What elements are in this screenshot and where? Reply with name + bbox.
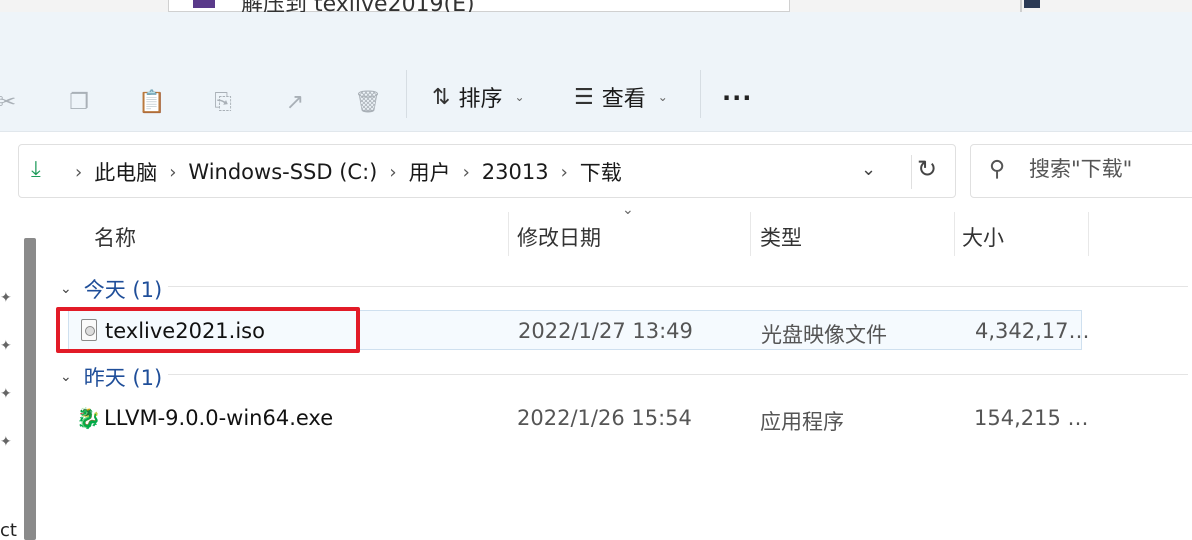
view-label: 查看 bbox=[601, 87, 646, 112]
pin-icon: ✦ bbox=[0, 290, 12, 306]
file-type: 光盘映像文件 bbox=[761, 323, 887, 347]
breadcrumb-separator-icon[interactable]: › bbox=[169, 162, 176, 183]
view-icon: ☰ bbox=[574, 84, 594, 110]
address-row: ⤓ › 此电脑 › Windows-SSD (C:) › 用户 › 23013 … bbox=[0, 132, 1192, 208]
chevron-down-icon: ⌄ bbox=[60, 281, 72, 297]
title-divider bbox=[1020, 0, 1022, 12]
rename-icon[interactable]: ⎘ bbox=[210, 90, 236, 116]
breadcrumb-downloads[interactable]: 下载 bbox=[580, 157, 622, 187]
title-bar: 解压到 texlive2019(E) bbox=[0, 0, 1192, 17]
share-icon[interactable]: ↗ bbox=[282, 90, 308, 116]
file-name: LLVM-9.0.0-win64.exe bbox=[104, 406, 334, 430]
pin-icon: ✦ bbox=[0, 386, 12, 402]
file-list: ⌄ 名称 修改日期 类型 大小 ⌄ 今天 (1) texlive2021.iso… bbox=[44, 202, 1192, 540]
toolbar-separator bbox=[406, 70, 407, 118]
refresh-icon[interactable]: ↻ bbox=[917, 155, 937, 183]
more-options-button[interactable]: ··· bbox=[722, 84, 752, 112]
column-header-name[interactable]: 名称 bbox=[94, 222, 136, 252]
command-bar: ✂ ❐ 📋 ⎘ ↗ 🗑 ⇅ 排序 ⌄ ☰ 查看 ⌄ ··· bbox=[0, 12, 1192, 132]
nav-scrollbar[interactable] bbox=[24, 238, 36, 540]
column-header-size[interactable]: 大小 bbox=[962, 222, 1004, 252]
search-box[interactable]: ⚲ bbox=[970, 144, 1192, 198]
chevron-down-icon: ⌄ bbox=[514, 90, 525, 104]
breadcrumb-separator-icon: › bbox=[75, 161, 83, 183]
nav-item-partial[interactable]: ct bbox=[0, 520, 17, 540]
column-header-type[interactable]: 类型 bbox=[760, 222, 802, 252]
breadcrumb-separator-icon[interactable]: › bbox=[389, 162, 396, 183]
search-icon: ⚲ bbox=[989, 157, 1006, 182]
sort-label: 排序 bbox=[458, 87, 503, 112]
window-tab-edge bbox=[1024, 0, 1040, 8]
breadcrumb-separator-icon[interactable]: › bbox=[463, 162, 470, 183]
cut-icon[interactable]: ✂ bbox=[0, 90, 20, 116]
breadcrumb: › 此电脑 › Windows-SSD (C:) › 用户 › 23013 › … bbox=[63, 157, 622, 187]
delete-icon[interactable]: 🗑 bbox=[354, 90, 382, 116]
column-divider[interactable] bbox=[954, 212, 955, 256]
column-divider[interactable] bbox=[1088, 212, 1089, 256]
group-divider bbox=[168, 374, 1188, 375]
pin-icon: ✦ bbox=[0, 434, 12, 450]
group-label: 昨天 (1) bbox=[83, 366, 163, 390]
table-row[interactable]: 🐉 LLVM-9.0.0-win64.exe 2022/1/26 15:54 应… bbox=[68, 398, 1089, 438]
pin-icon: ✦ bbox=[0, 338, 12, 354]
breadcrumb-this-pc[interactable]: 此电脑 bbox=[94, 157, 157, 187]
history-dropdown-icon[interactable]: ⌄ bbox=[861, 159, 876, 180]
file-size: 4,342,17… bbox=[975, 319, 1090, 343]
group-label: 今天 (1) bbox=[83, 278, 163, 302]
column-header-date[interactable]: 修改日期 bbox=[517, 222, 601, 252]
red-highlight-box bbox=[56, 307, 360, 353]
winrar-icon bbox=[193, 0, 215, 8]
chevron-down-icon: ⌄ bbox=[657, 90, 668, 104]
address-bar[interactable]: ⤓ › 此电脑 › Windows-SSD (C:) › 用户 › 23013 … bbox=[18, 144, 956, 198]
breadcrumb-users[interactable]: 用户 bbox=[409, 157, 451, 187]
sort-indicator-icon: ⌄ bbox=[622, 202, 634, 218]
address-separator bbox=[911, 155, 912, 189]
column-divider[interactable] bbox=[508, 212, 509, 256]
view-button[interactable]: ☰ 查看 ⌄ bbox=[574, 80, 668, 114]
group-header-yesterday[interactable]: ⌄ 昨天 (1) bbox=[60, 362, 162, 392]
copy-icon[interactable]: ❐ bbox=[66, 90, 92, 116]
file-size: 154,215 … bbox=[974, 406, 1089, 430]
sort-button[interactable]: ⇅ 排序 ⌄ bbox=[432, 80, 525, 114]
window-tab[interactable]: 解压到 texlive2019(E) bbox=[168, 0, 790, 17]
breadcrumb-separator-icon[interactable]: › bbox=[561, 162, 568, 183]
download-icon: ⤓ bbox=[31, 157, 41, 182]
navigation-pane: ✦ ✦ ✦ ✦ ct bbox=[0, 208, 44, 540]
sort-icon: ⇅ bbox=[432, 84, 451, 110]
paste-icon[interactable]: 📋 bbox=[138, 90, 165, 116]
group-header-today[interactable]: ⌄ 今天 (1) bbox=[60, 274, 162, 304]
breadcrumb-drive[interactable]: Windows-SSD (C:) bbox=[188, 160, 377, 184]
llvm-app-icon: 🐉 bbox=[76, 406, 101, 430]
group-divider bbox=[168, 286, 1188, 287]
breadcrumb-user[interactable]: 23013 bbox=[482, 160, 549, 184]
search-input[interactable] bbox=[1029, 157, 1192, 181]
file-date: 2022/1/27 13:49 bbox=[518, 319, 693, 343]
column-divider[interactable] bbox=[750, 212, 751, 256]
chevron-down-icon: ⌄ bbox=[60, 369, 72, 385]
file-type: 应用程序 bbox=[760, 410, 844, 434]
toolbar-separator bbox=[700, 70, 701, 118]
file-date: 2022/1/26 15:54 bbox=[517, 406, 692, 430]
